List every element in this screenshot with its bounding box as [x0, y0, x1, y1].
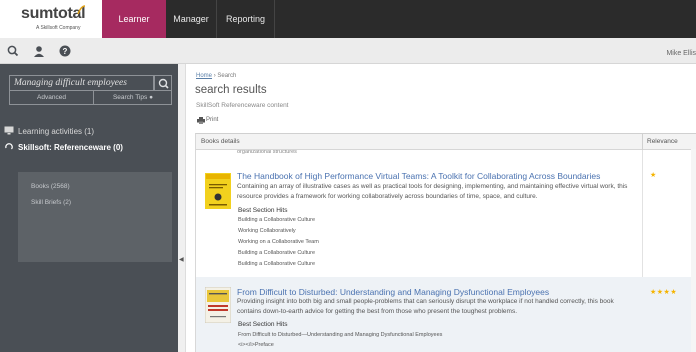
section-hit-link[interactable]: Building a Collaborative Culture	[238, 261, 315, 267]
tab-learner[interactable]: Learner	[102, 0, 166, 38]
top-navigation-bar: sumtotal A Skillsoft Company Learner Man…	[0, 0, 696, 38]
subfacet-skill-briefs[interactable]: Skill Briefs (2)	[31, 199, 71, 206]
page-subtitle: SkillSoft Referenceware content	[196, 102, 289, 109]
svg-text:?: ?	[63, 47, 68, 56]
table-row: From Difficult to Disturbed: Understandi…	[196, 277, 696, 352]
advanced-search-link[interactable]: Advanced	[10, 91, 93, 105]
column-header-books-details[interactable]: Books details	[201, 138, 240, 145]
utility-bar: ?	[0, 38, 696, 64]
table-row: The Handbook of High Performance Virtual…	[196, 160, 696, 275]
book-cover-image[interactable]	[205, 287, 231, 323]
sidebar-collapse-handle[interactable]: ◀	[178, 64, 186, 352]
search-tips-link[interactable]: Search Tips ●	[94, 91, 172, 105]
breadcrumb-current: Search	[217, 73, 237, 79]
search-sidebar: Advanced Search Tips ● Learning activiti…	[0, 64, 178, 352]
facet-subpanel: Books (2568) Skill Briefs (2)	[18, 172, 172, 262]
search-input[interactable]	[9, 75, 154, 91]
help-icon[interactable]: ?	[58, 44, 72, 58]
header-divider	[642, 134, 643, 150]
facet-label: Skillsoft: Referenceware (0)	[18, 143, 123, 152]
results-table: Books details Relevance organizational s…	[195, 133, 696, 352]
column-header-relevance[interactable]: Relevance	[647, 138, 678, 145]
table-header: Books details Relevance	[196, 134, 696, 150]
facet-learning-activities[interactable]: Learning activities (1)	[4, 126, 94, 136]
best-section-hits-heading: Best Section Hits	[238, 207, 288, 214]
monitor-icon	[4, 126, 14, 135]
book-description: Providing insight into both big and smal…	[237, 298, 614, 315]
facet-skillsoft-referenceware[interactable]: Skillsoft: Referenceware (0)	[4, 142, 123, 152]
relevance-stars: ★	[650, 172, 657, 179]
breadcrumb-home[interactable]: Home	[196, 73, 212, 79]
printer-icon[interactable]	[197, 117, 205, 124]
search-options: Advanced Search Tips ●	[9, 91, 172, 105]
search-icon[interactable]	[6, 44, 20, 58]
section-hit-link[interactable]: Building a Collaborative Culture	[238, 250, 315, 256]
truncated-result-text: organizational structures	[237, 150, 297, 155]
chevron-left-icon: ◀	[179, 257, 184, 263]
subfacet-books[interactable]: Books (2568)	[31, 183, 70, 190]
page-title: search results	[195, 84, 267, 96]
search-tips-label: Search Tips	[112, 94, 148, 101]
section-hit-link[interactable]: <i></i>Preface	[238, 342, 274, 348]
book-title-link[interactable]: The Handbook of High Performance Virtual…	[237, 171, 600, 181]
facet-label: Learning activities (1)	[18, 127, 95, 136]
results-scrollbar[interactable]	[691, 149, 696, 352]
app-window: sumtotal A Skillsoft Company Learner Man…	[0, 0, 696, 352]
book-title-link[interactable]: From Difficult to Disturbed: Understandi…	[237, 287, 549, 297]
nav-divider	[274, 0, 275, 38]
best-section-hits-heading: Best Section Hits	[238, 321, 288, 328]
print-link[interactable]: Print	[206, 117, 218, 123]
tab-manager[interactable]: Manager	[166, 0, 216, 38]
tab-reporting[interactable]: Reporting	[217, 0, 274, 38]
breadcrumb-separator: ›	[213, 73, 216, 79]
search-button[interactable]	[154, 75, 172, 91]
relevance-stars: ★★★★	[650, 289, 678, 296]
user-icon[interactable]	[32, 44, 46, 58]
section-hit-link[interactable]: From Difficult to Disturbed—Understandin…	[238, 332, 442, 338]
brand-tagline: A Skillsoft Company	[36, 25, 81, 31]
user-name-label[interactable]: Mike Ellis	[666, 50, 696, 57]
section-hit-link[interactable]: Building a Collaborative Culture	[238, 217, 315, 223]
refresh-icon	[5, 143, 13, 150]
info-icon: ●	[149, 94, 154, 101]
brand-logo[interactable]: sumtotal A Skillsoft Company	[0, 0, 102, 38]
search-icon	[158, 78, 169, 89]
book-cover-image[interactable]	[205, 173, 231, 209]
section-hit-link[interactable]: Working Collaboratively	[238, 228, 296, 234]
breadcrumb: Home › Search	[196, 73, 236, 79]
section-hit-link[interactable]: Working on a Collaborative Team	[238, 239, 319, 245]
logo-spark-icon	[77, 5, 86, 15]
book-description: Containing an array of illustrative case…	[237, 183, 628, 200]
